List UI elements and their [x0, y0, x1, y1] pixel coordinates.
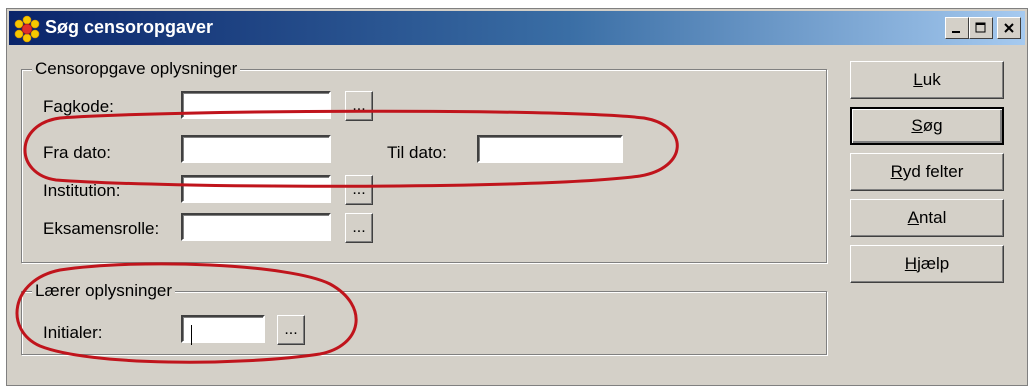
- groupbox-legend-laerer: Lærer oplysninger: [32, 281, 176, 301]
- institution-label: Institution:: [43, 181, 121, 200]
- til-dato-label: Til dato:: [387, 143, 447, 162]
- til-dato-input[interactable]: [477, 135, 623, 163]
- institution-lookup-button[interactable]: ...: [345, 175, 373, 205]
- window-title: Søg censoropgaver: [45, 17, 214, 37]
- groupbox-laerer: Lærer oplysninger: [21, 281, 827, 355]
- institution-input[interactable]: [181, 175, 331, 203]
- fra-dato-label: Fra dato:: [43, 143, 112, 162]
- hjaelp-button-mnemonic: H: [904, 254, 918, 273]
- eksamensrolle-label: Eksamensrolle:: [43, 219, 160, 238]
- fagkode-input[interactable]: [181, 91, 331, 119]
- minimize-button[interactable]: [945, 17, 969, 39]
- antal-button-mnemonic: A: [907, 208, 919, 227]
- sog-button[interactable]: Søg: [850, 107, 1004, 145]
- ryd-felter-button-mnemonic: R: [890, 162, 903, 181]
- dialog-window: Søg censoropgaver Censoropgave oplysning…: [6, 8, 1028, 386]
- luk-button-label: uk: [922, 70, 941, 89]
- minimize-icon: [952, 31, 960, 33]
- initialer-input[interactable]: [181, 315, 265, 343]
- luk-button-mnemonic: L: [913, 70, 923, 89]
- fagkode-label: Fagkode:: [43, 97, 114, 116]
- close-icon: [1004, 23, 1014, 33]
- ryd-felter-button[interactable]: Ryd felter: [850, 153, 1004, 191]
- groupbox-legend-censoropgave: Censoropgave oplysninger: [32, 59, 241, 79]
- initialer-label: Initialer:: [43, 323, 103, 342]
- antal-button[interactable]: Antal: [850, 199, 1004, 237]
- luk-button[interactable]: Luk: [850, 61, 1004, 99]
- sog-button-mnemonic: S: [911, 116, 923, 135]
- eksamensrolle-lookup-button[interactable]: ...: [345, 213, 373, 243]
- text-cursor: [191, 325, 192, 345]
- fagkode-lookup-button[interactable]: ...: [345, 91, 373, 121]
- initialer-lookup-button[interactable]: ...: [277, 315, 305, 345]
- maximize-button[interactable]: [969, 17, 993, 39]
- sog-button-label: øg: [922, 116, 943, 135]
- title-bar: Søg censoropgaver: [9, 11, 1025, 45]
- sun-flower-icon: [14, 15, 40, 43]
- maximize-icon: [975, 22, 986, 33]
- hjaelp-button-label: jælp: [917, 254, 950, 273]
- hjaelp-button[interactable]: Hjælp: [850, 245, 1004, 283]
- close-window-button[interactable]: [997, 17, 1021, 39]
- eksamensrolle-input[interactable]: [181, 213, 331, 241]
- ryd-felter-button-label: yd felter: [902, 162, 964, 181]
- antal-button-label: ntal: [918, 208, 947, 227]
- fra-dato-input[interactable]: [181, 135, 331, 163]
